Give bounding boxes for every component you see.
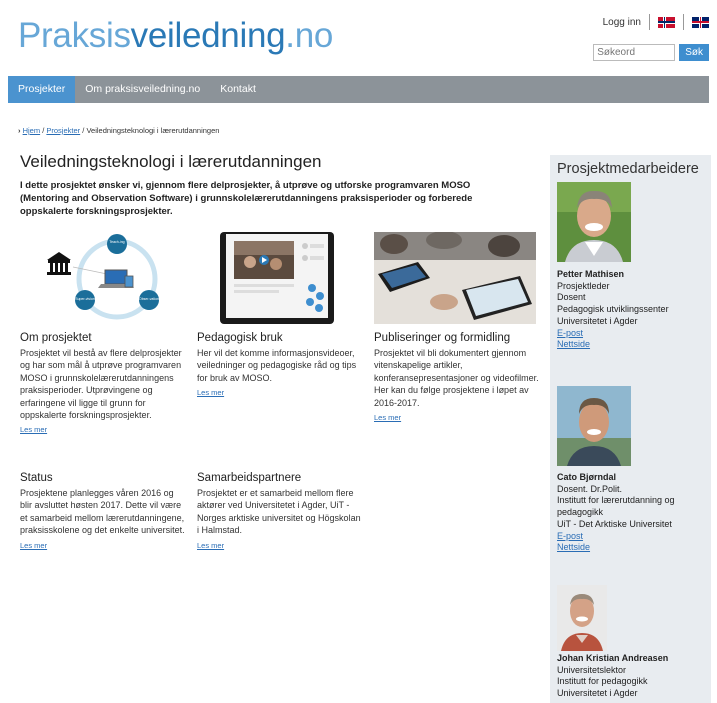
member-petter-mathisen: Petter Mathisen Prosjektleder Dosent Ped… [557,269,669,351]
member-name: Cato Bjørndal [557,472,617,482]
logo-text-part1: Praksis [18,16,131,55]
card-title: Om prosjektet [20,332,92,344]
card-text: Prosjektene planlegges våren 2016 og bli… [20,488,185,536]
read-more-link[interactable]: Les mer [197,388,362,397]
card-text: Prosjektet vil bli dokumentert gjennom v… [374,348,539,408]
card-title: Publiseringer og formidling [374,332,511,344]
breadcrumb-projects[interactable]: Prosjekter [46,126,80,135]
breadcrumb-arrow: › [18,126,21,135]
norwegian-flag-icon[interactable] [658,16,675,28]
login-link[interactable]: Logg inn [603,17,641,28]
sidebar-title: Prosjektmedarbeidere [557,161,699,177]
site-logo[interactable]: Praksisveiledning.no [18,16,333,56]
nav-item-prosjekter[interactable]: Prosjekter [8,76,76,103]
read-more-link[interactable]: Les mer [197,541,362,550]
member-email-link[interactable]: E-post [557,328,583,338]
classroom-tablets-image[interactable] [374,232,536,324]
breadcrumb-separator: / [82,126,85,135]
divider [649,14,650,30]
member-unit: Pedagogisk utviklingssenter [557,304,669,315]
nav-item-om[interactable]: Om praksisveiledning.no [75,76,210,103]
diagram-label-teaching: Teach-ing [109,240,124,244]
card-text: Prosjektet vil bestå av flere delprosjek… [20,348,182,421]
laptop-icon [98,269,134,288]
avatar [557,386,631,466]
tablet-video-image[interactable] [220,232,334,324]
read-more-link[interactable]: Les mer [20,541,185,550]
member-unit: Institutt for lærerutdanning og pedagogi… [557,495,675,518]
member-website-link[interactable]: Nettside [557,339,590,349]
card-publiseringer: Publiseringer og formidling Prosjektet v… [374,332,539,422]
card-title: Samarbeidspartnere [197,472,302,484]
search-button[interactable]: Søk [679,44,709,61]
intro-text: I dette prosjektet ønsker vi, gjennom fl… [20,180,473,217]
top-utility-bar: Logg inn [603,14,709,30]
breadcrumb: › Hjem / Prosjekter / Veiledningsteknolo… [18,126,219,135]
card-om-prosjektet: Om prosjektet Prosjektet vil bestå av fl… [20,332,185,434]
member-website-link[interactable]: Nettside [557,542,590,552]
card-text: Her vil det komme informasjonsvideoer, v… [197,348,357,383]
member-cato-bjorndal: Cato Bjørndal Dosent. Dr.Polit. Institut… [557,472,707,554]
institution-icon [47,252,71,275]
main-nav: Prosjekter Om praksisveiledning.no Konta… [8,76,709,103]
card-status: Status Prosjektene planlegges våren 2016… [20,472,185,550]
uk-flag-icon[interactable] [692,16,709,28]
project-diagram-image[interactable]: Teach-ing Super-vision Obser-vation [35,232,175,324]
member-role: Prosjektleder [557,280,610,291]
member-email-link[interactable]: E-post [557,531,583,541]
member-unit: Institutt for pedagogikk [557,676,648,687]
member-org: UiT - Det Arktiske Universitet [557,518,672,529]
member-title: Dosent. Dr.Polit. [557,483,623,494]
member-org: Universitetet i Agder [557,315,638,326]
member-name: Petter Mathisen [557,269,625,279]
card-title: Status [20,472,53,484]
avatar [557,585,607,651]
member-org: Universitetet i Agder [557,688,638,699]
member-johan-kristian-andreasen: Johan Kristian Andreasen Universitetslek… [557,653,707,700]
nav-item-kontakt[interactable]: Kontakt [210,76,266,103]
breadcrumb-home[interactable]: Hjem [23,126,41,135]
read-more-link[interactable]: Les mer [20,425,185,434]
search-input[interactable] [593,44,676,61]
diagram-label-supervision: Super-vision [75,297,95,301]
search-form: Søk [593,44,709,61]
breadcrumb-separator: / [42,126,45,135]
avatar [557,182,631,262]
logo-text-part3: .no [285,16,334,55]
card-samarbeidspartnere: Samarbeidspartnere Prosjektet er et sama… [197,472,362,550]
card-pedagogisk-bruk: Pedagogisk bruk Her vil det komme inform… [197,332,362,397]
member-title: Universitetslektor [557,664,627,675]
page-title: Veiledningsteknologi i lærerutdanningen [20,152,322,171]
member-title: Dosent [557,292,586,303]
card-title: Pedagogisk bruk [197,332,283,344]
divider [683,14,684,30]
sidebar-project-staff: Prosjektmedarbeidere Petter Mathisen Pro… [550,155,711,703]
logo-text-part2: veiledning [130,16,286,55]
card-text: Prosjektet er et samarbeid mellom flere … [197,488,361,536]
diagram-label-observation: Obser-vation [139,297,159,301]
read-more-link[interactable]: Les mer [374,413,539,422]
breadcrumb-current: Veiledningsteknologi i lærerutdanningen [86,126,220,135]
member-name: Johan Kristian Andreasen [557,653,669,663]
